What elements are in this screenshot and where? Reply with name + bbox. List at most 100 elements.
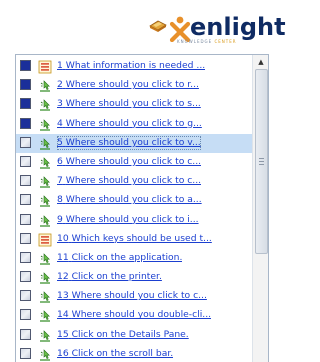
pointer-click-icon bbox=[38, 136, 52, 150]
unanswered-status-box bbox=[20, 175, 31, 187]
checklist-icon bbox=[38, 232, 52, 247]
pointer-click-icon bbox=[38, 97, 52, 111]
pointer-click-icon bbox=[38, 117, 52, 131]
vertical-scrollbar[interactable]: ▲ bbox=[252, 55, 268, 362]
pointer-click-icon bbox=[38, 308, 52, 323]
question-text: Where should you click to v... bbox=[65, 136, 201, 148]
question-link[interactable]: 1 What information is needed ... bbox=[57, 59, 205, 73]
question-number: 7 bbox=[57, 175, 63, 187]
thumb-grip bbox=[259, 158, 264, 159]
question-number: 15 bbox=[57, 328, 69, 340]
question-link[interactable]: 14 Where should you double-cli... bbox=[57, 308, 211, 322]
question-link[interactable]: 12 Click on the printer. bbox=[57, 270, 162, 284]
question-number: 16 bbox=[57, 347, 69, 359]
question-number: 8 bbox=[57, 194, 63, 206]
question-number: 12 bbox=[57, 271, 69, 283]
pointer-click-icon bbox=[38, 251, 52, 265]
question-link[interactable]: 7 Where should you click to c... bbox=[57, 174, 201, 188]
question-row[interactable]: 6 Where should you click to c... bbox=[16, 153, 252, 172]
question-number: 10 bbox=[57, 232, 69, 244]
question-link[interactable]: 5 Where should you click to v... bbox=[57, 135, 201, 150]
unanswered-status-box bbox=[20, 136, 31, 148]
logo-text: enlight bbox=[190, 13, 286, 41]
question-row[interactable]: 16 Click on the scroll bar. bbox=[16, 345, 252, 362]
question-row[interactable]: 10 Which keys should be used t... bbox=[16, 230, 252, 249]
question-link[interactable]: 15 Click on the Details Pane. bbox=[57, 328, 189, 342]
question-number: 4 bbox=[57, 117, 63, 129]
pointer-click-icon bbox=[38, 347, 52, 361]
scroll-up-arrow-icon[interactable]: ▲ bbox=[253, 55, 268, 69]
thumb-grip bbox=[259, 161, 264, 162]
question-text: Click on the Details Pane. bbox=[71, 328, 189, 340]
enlight-logo: enlight KNOWLEDGE CENTER bbox=[143, 12, 286, 48]
question-text: Click on the application. bbox=[71, 251, 183, 263]
question-text: Where should you click to c... bbox=[65, 155, 202, 167]
question-row[interactable]: 14 Where should you double-cli... bbox=[16, 306, 252, 325]
question-number: 13 bbox=[57, 290, 69, 302]
pointer-click-icon bbox=[38, 174, 52, 188]
question-link[interactable]: 4 Where should you click to g... bbox=[57, 117, 202, 131]
unanswered-status-box bbox=[20, 271, 31, 283]
question-link[interactable]: 9 Where should you click to i... bbox=[57, 213, 199, 227]
question-row[interactable]: 9 Where should you click to i... bbox=[16, 211, 252, 230]
unanswered-status-box bbox=[20, 290, 31, 302]
unanswered-status-box bbox=[20, 328, 31, 340]
question-row[interactable]: 12 Click on the printer. bbox=[16, 268, 252, 287]
answered-status-box bbox=[20, 117, 31, 129]
question-row[interactable]: 11 Click on the application. bbox=[16, 249, 252, 268]
unanswered-status-box bbox=[20, 155, 31, 167]
question-link[interactable]: 13 Where should you click to c... bbox=[57, 289, 207, 303]
question-row[interactable]: 2 Where should you click to r... bbox=[16, 76, 252, 95]
unanswered-status-box bbox=[20, 232, 31, 244]
unanswered-status-box bbox=[20, 194, 31, 206]
pointer-click-icon bbox=[38, 78, 52, 92]
question-number: 11 bbox=[57, 251, 69, 263]
question-text: Where should you click to i... bbox=[65, 213, 199, 225]
question-link[interactable]: 11 Click on the application. bbox=[57, 251, 182, 265]
question-text: Where should you click to a... bbox=[65, 194, 202, 206]
pointer-click-icon bbox=[38, 289, 52, 303]
pointer-click-icon bbox=[38, 328, 52, 342]
question-row[interactable]: 13 Where should you click to c... bbox=[16, 287, 252, 306]
question-text: Which keys should be used t... bbox=[71, 232, 212, 244]
question-link[interactable]: 8 Where should you click to a... bbox=[57, 193, 202, 207]
question-link[interactable]: 16 Click on the scroll bar. bbox=[57, 347, 173, 361]
question-text: Where should you click to c... bbox=[65, 175, 202, 187]
question-link[interactable]: 2 Where should you click to r... bbox=[57, 78, 199, 92]
question-number: 14 bbox=[57, 309, 69, 321]
logo-tagline-main: KNOWLEDGE bbox=[177, 39, 213, 44]
question-text: Where should you click to s... bbox=[65, 98, 201, 110]
logo-tagline-accent: CENTER bbox=[214, 39, 237, 44]
question-row[interactable]: 1 What information is needed ... bbox=[16, 57, 252, 76]
question-link[interactable]: 3 Where should you click to s... bbox=[57, 97, 201, 111]
thumb-grip bbox=[259, 164, 264, 165]
book-icon bbox=[149, 20, 167, 32]
question-number: 3 bbox=[57, 98, 63, 110]
question-link[interactable]: 6 Where should you click to c... bbox=[57, 155, 201, 169]
question-link[interactable]: 10 Which keys should be used t... bbox=[57, 232, 212, 246]
question-text: Where should you click to g... bbox=[65, 117, 202, 129]
unanswered-status-box bbox=[20, 213, 31, 225]
question-row[interactable]: 5 Where should you click to v... bbox=[16, 133, 252, 153]
question-number: 1 bbox=[57, 60, 63, 71]
question-number: 5 bbox=[57, 136, 63, 148]
question-row[interactable]: 3 Where should you click to s... bbox=[16, 95, 252, 114]
question-row[interactable]: 8 Where should you click to a... bbox=[16, 191, 252, 210]
pointer-click-icon bbox=[38, 155, 52, 169]
question-row[interactable]: 4 Where should you click to g... bbox=[16, 115, 252, 134]
question-text: Click on the printer. bbox=[71, 271, 162, 283]
answered-status-box bbox=[20, 60, 31, 71]
pointer-click-icon bbox=[38, 270, 52, 284]
question-number: 6 bbox=[57, 155, 63, 167]
question-list[interactable]: 1 What information is needed ... 2 Where … bbox=[15, 54, 269, 362]
unanswered-status-box bbox=[20, 251, 31, 263]
answered-status-box bbox=[20, 79, 31, 91]
question-text: Where should you double-cli... bbox=[71, 309, 212, 321]
unanswered-status-box bbox=[20, 347, 31, 359]
question-text: Where should you click to c... bbox=[71, 290, 207, 302]
question-text: Where should you click to r... bbox=[65, 79, 199, 91]
question-number: 2 bbox=[57, 79, 63, 91]
question-row[interactable]: 15 Click on the Details Pane. bbox=[16, 326, 252, 345]
question-row[interactable]: 7 Where should you click to c... bbox=[16, 172, 252, 191]
scroll-thumb[interactable] bbox=[255, 69, 268, 254]
